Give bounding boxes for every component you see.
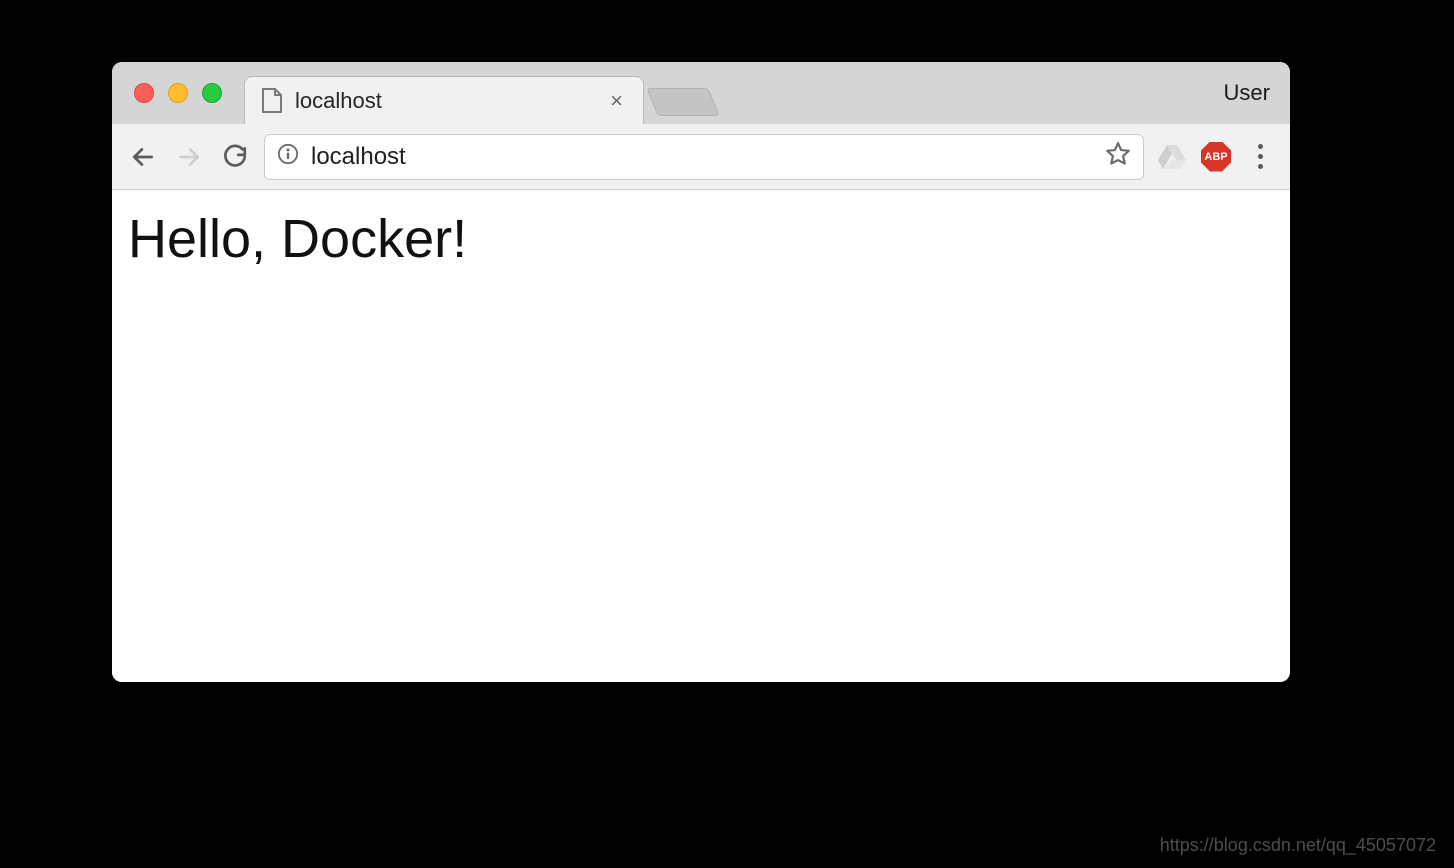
page-icon xyxy=(261,88,283,114)
back-arrow-icon xyxy=(130,144,156,170)
drive-extension-icon[interactable] xyxy=(1156,141,1188,173)
window-close-button[interactable] xyxy=(134,83,154,103)
info-icon[interactable] xyxy=(277,143,299,170)
window-minimize-button[interactable] xyxy=(168,83,188,103)
browser-tab[interactable]: localhost × xyxy=(244,76,644,124)
tab-title: localhost xyxy=(295,88,594,114)
url-text: localhost xyxy=(311,143,1093,171)
forward-button[interactable] xyxy=(172,140,206,174)
watermark-text: https://blog.csdn.net/qq_45057072 xyxy=(1160,835,1436,856)
address-bar[interactable]: localhost xyxy=(264,134,1144,180)
reload-button[interactable] xyxy=(218,140,252,174)
toolbar: localhost ABP xyxy=(112,124,1290,190)
browser-window: localhost × User xyxy=(112,62,1290,682)
back-button[interactable] xyxy=(126,140,160,174)
profile-label[interactable]: User xyxy=(1224,80,1270,106)
kebab-menu-icon xyxy=(1258,144,1263,169)
reload-icon xyxy=(222,144,248,170)
abp-icon: ABP xyxy=(1201,142,1231,172)
window-controls xyxy=(134,83,222,103)
tab-close-button[interactable]: × xyxy=(606,88,627,114)
page-viewport: Hello, Docker! xyxy=(112,190,1290,682)
chrome-menu-button[interactable] xyxy=(1244,141,1276,173)
tab-strip: localhost × User xyxy=(112,62,1290,124)
new-tab-button[interactable] xyxy=(646,88,719,116)
forward-arrow-icon xyxy=(176,144,202,170)
abp-extension-icon[interactable]: ABP xyxy=(1200,141,1232,173)
page-heading: Hello, Docker! xyxy=(128,208,1274,270)
bookmark-star-icon[interactable] xyxy=(1105,141,1131,172)
window-maximize-button[interactable] xyxy=(202,83,222,103)
